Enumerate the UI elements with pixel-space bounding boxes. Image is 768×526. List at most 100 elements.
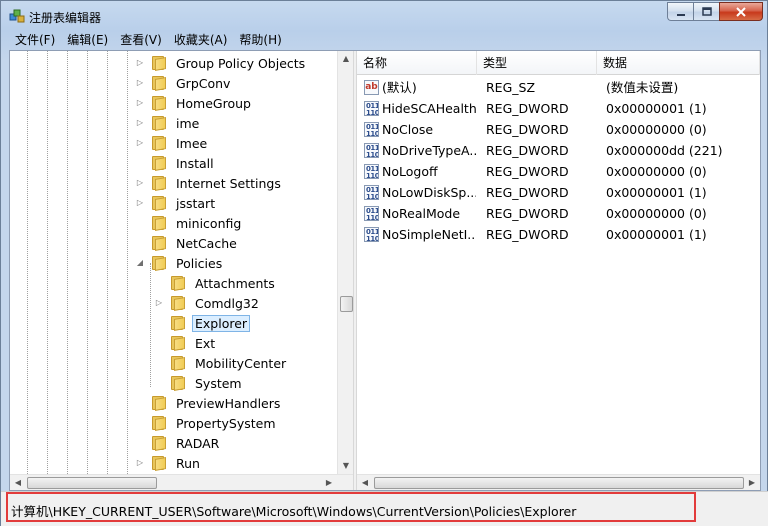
tree-item[interactable]: Install — [135, 153, 217, 173]
scroll-right-icon[interactable]: ▶ — [744, 475, 760, 490]
expand-arrow-icon[interactable]: ▷ — [135, 458, 145, 468]
menu-file[interactable]: 文件(F) — [9, 31, 61, 50]
list-hscroll-thumb[interactable] — [374, 477, 744, 489]
tree-item-label: MobilityCenter — [195, 355, 287, 371]
menu-favorites[interactable]: 收藏夹(A) — [168, 31, 234, 50]
string-value-icon: ab — [364, 80, 379, 95]
close-button[interactable] — [719, 2, 763, 21]
registry-value-row[interactable]: 011 110 NoLowDiskSp... REG_DWORD 0x00000001 … — [357, 182, 760, 203]
menu-edit[interactable]: 编辑(E) — [61, 31, 114, 50]
folder-icon — [151, 96, 167, 111]
registry-value-row[interactable]: 011 110 NoClose REG_DWORD 0x00000000 (0) — [357, 119, 760, 140]
menu-view[interactable]: 查看(V) — [114, 31, 168, 50]
tree-item[interactable]: ▷ ime — [135, 113, 202, 133]
tree-item[interactable]: System — [154, 373, 245, 393]
tree-item-label: Internet Settings — [176, 175, 281, 191]
registry-value-row[interactable]: 011 110 NoSimpleNetI... REG_DWORD 0x00000001… — [357, 224, 760, 245]
expand-arrow-icon[interactable]: ▷ — [135, 178, 145, 188]
tree-horizontal-scrollbar[interactable]: ◀ ▶ — [10, 474, 353, 490]
tree-item-label: Run — [176, 455, 200, 471]
tree-item[interactable]: ▷ Imee — [135, 133, 210, 153]
column-header-name[interactable]: 名称 — [357, 51, 477, 75]
tree-item[interactable]: Attachments — [154, 273, 278, 293]
registry-value-row[interactable]: 011 110 NoDriveTypeA... REG_DWORD 0x000000dd… — [357, 140, 760, 161]
tree-item[interactable]: ▷ HomeGroup — [135, 93, 254, 113]
value-type: REG_SZ — [486, 80, 536, 95]
expand-arrow-icon[interactable]: ▷ — [135, 58, 145, 68]
expand-arrow-icon[interactable]: ▷ — [154, 298, 164, 308]
folder-icon — [151, 56, 167, 71]
tree-item[interactable]: ▷ Comdlg32 — [154, 293, 262, 313]
tree-hscroll-thumb[interactable] — [27, 477, 157, 489]
expand-arrow-icon[interactable]: ▷ — [135, 118, 145, 128]
menu-help[interactable]: 帮助(H) — [233, 31, 287, 50]
folder-icon — [151, 196, 167, 211]
tree-item[interactable]: MobilityCenter — [154, 353, 289, 373]
value-name: HideSCAHealth — [382, 101, 476, 116]
tree-item[interactable]: Ext — [154, 333, 218, 353]
registry-value-row[interactable]: 011 110 NoRealMode REG_DWORD 0x00000000 (0) — [357, 203, 760, 224]
tree-item[interactable]: PropertySystem — [135, 413, 279, 433]
registry-value-row[interactable]: 011 110 NoLogoff REG_DWORD 0x00000000 (0) — [357, 161, 760, 182]
tree-item[interactable]: Explorer — [154, 313, 251, 333]
minimize-button[interactable] — [667, 2, 693, 21]
registry-value-row[interactable]: 011 110 HideSCAHealth REG_DWORD 0x00000001 (… — [357, 98, 760, 119]
expand-arrow-icon[interactable]: ▷ — [135, 78, 145, 88]
column-header-type[interactable]: 类型 — [477, 51, 597, 75]
tree-item[interactable]: ▷ jsstart — [135, 193, 218, 213]
value-data: 0x000000dd (221) — [606, 143, 723, 158]
tree-vertical-scrollbar[interactable]: ▲ ▼ — [337, 51, 353, 474]
tree-item-label: Policies — [176, 255, 223, 271]
tree-scroll-thumb[interactable] — [340, 296, 353, 312]
tree-item[interactable]: ▷ GrpConv — [135, 73, 233, 93]
folder-icon — [151, 416, 167, 431]
tree-guide-line — [127, 51, 128, 474]
maximize-icon — [701, 6, 712, 16]
tree-item-label: System — [195, 375, 242, 391]
list-horizontal-scrollbar[interactable]: ◀ ▶ — [357, 474, 760, 490]
tree-item[interactable]: PreviewHandlers — [135, 393, 283, 413]
scroll-left-icon[interactable]: ◀ — [10, 475, 26, 490]
values-list-pane: 名称 类型 数据 ab (默认) REG_SZ (数值未设置) 011 110 HideSC… — [357, 51, 760, 490]
value-name: NoRealMode — [382, 206, 461, 221]
tree-item[interactable]: ◢ Policies — [135, 253, 225, 273]
client-area: ▷ Group Policy Objects ▷ GrpConv ▷ HomeGroup ▷… — [9, 50, 761, 491]
tree-item[interactable]: NetCache — [135, 233, 240, 253]
tree-item[interactable]: RADAR — [135, 433, 222, 453]
registry-value-row[interactable]: ab (默认) REG_SZ (数值未设置) — [357, 77, 760, 98]
tree-item[interactable]: ▷ Group Policy Objects — [135, 53, 308, 73]
title-bar[interactable]: 注册表编辑器 — [1, 1, 768, 31]
value-data: 0x00000000 (0) — [606, 164, 707, 179]
tree-item[interactable]: ▷ Internet Settings — [135, 173, 284, 193]
folder-icon — [170, 296, 186, 311]
registry-editor-icon — [9, 9, 25, 23]
scroll-left-icon[interactable]: ◀ — [357, 475, 373, 490]
value-data: 0x00000000 (0) — [606, 122, 707, 137]
value-type: REG_DWORD — [486, 206, 569, 221]
expand-arrow-icon[interactable]: ▷ — [135, 138, 145, 148]
scroll-right-icon[interactable]: ▶ — [321, 475, 337, 490]
scroll-down-icon[interactable]: ▼ — [338, 458, 353, 474]
tree-item-label: Ext — [195, 335, 216, 351]
column-header-data[interactable]: 数据 — [597, 51, 760, 75]
tree-item-label: PropertySystem — [176, 415, 276, 431]
collapse-arrow-icon[interactable]: ◢ — [135, 258, 145, 268]
value-name: NoClose — [382, 122, 434, 137]
tree-guide-line — [150, 263, 151, 387]
tree-item[interactable]: miniconfig — [135, 213, 244, 233]
maximize-button[interactable] — [693, 2, 719, 21]
scroll-up-icon[interactable]: ▲ — [338, 51, 353, 67]
dword-value-icon: 011 110 — [364, 122, 379, 137]
tree-item[interactable]: ▷ Run — [135, 453, 203, 473]
expand-arrow-icon[interactable]: ▷ — [135, 198, 145, 208]
folder-icon — [151, 216, 167, 231]
expand-arrow-icon[interactable]: ▷ — [135, 98, 145, 108]
tree-item-label: Install — [176, 155, 214, 171]
tree-guide-line — [47, 51, 48, 474]
